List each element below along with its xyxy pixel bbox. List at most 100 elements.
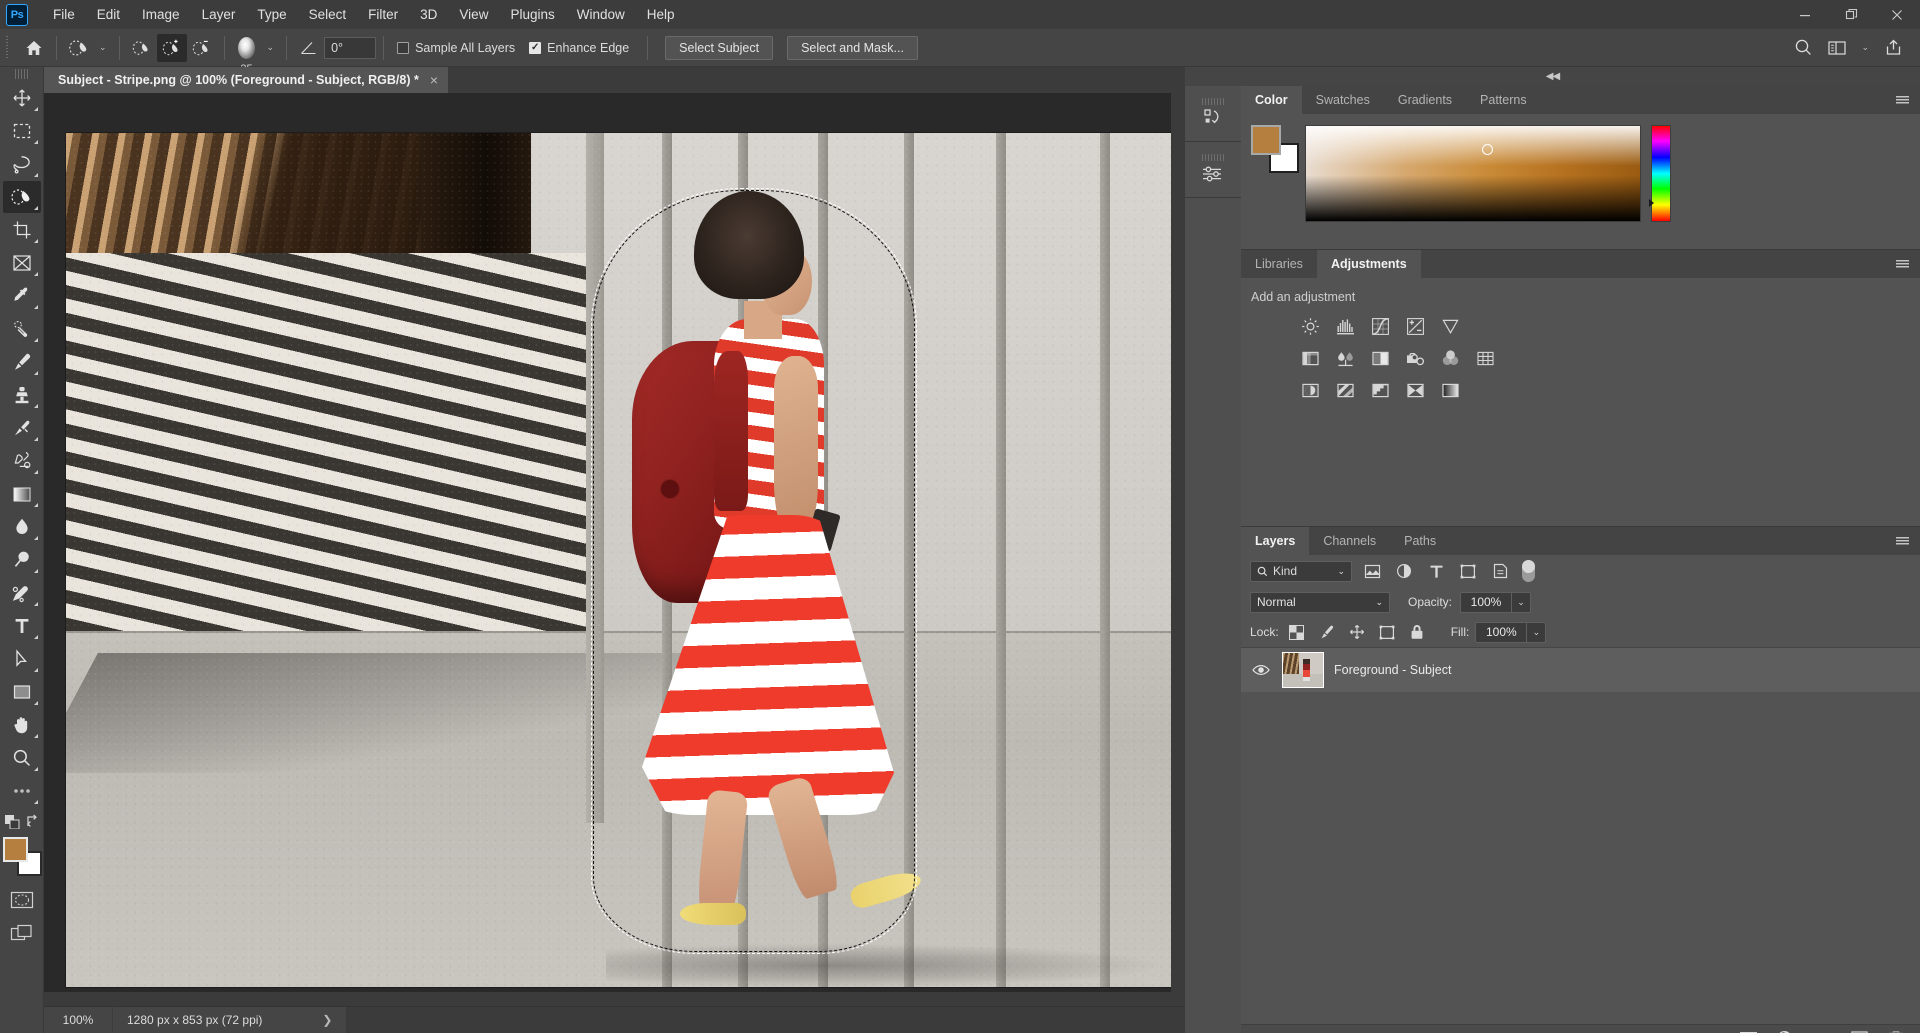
opacity-chevron-icon[interactable]: ⌄ xyxy=(1512,592,1531,613)
zoom-tool[interactable] xyxy=(3,742,41,774)
fill-chevron-icon[interactable]: ⌄ xyxy=(1527,622,1546,643)
toolbar-grip[interactable] xyxy=(15,69,29,79)
black-white-icon[interactable] xyxy=(1369,347,1391,369)
filter-smart-object-icon[interactable] xyxy=(1488,560,1512,582)
menu-help[interactable]: Help xyxy=(636,0,686,29)
hue-slider[interactable] xyxy=(1651,125,1671,222)
lock-artboard-nesting-icon[interactable] xyxy=(1375,621,1399,643)
edit-toolbar-more-icon[interactable] xyxy=(3,775,41,807)
clone-stamp-tool[interactable] xyxy=(3,379,41,411)
blend-mode-select[interactable]: Normal ⌄ xyxy=(1250,592,1390,613)
hue-saturation-icon[interactable] xyxy=(1299,347,1321,369)
eye-icon[interactable] xyxy=(1250,664,1272,676)
brightness-contrast-icon[interactable] xyxy=(1299,315,1321,337)
hand-tool[interactable] xyxy=(3,709,41,741)
posterize-icon[interactable] xyxy=(1334,379,1356,401)
history-brush-tool[interactable] xyxy=(3,412,41,444)
channel-mixer-icon[interactable] xyxy=(1439,347,1461,369)
curves-icon[interactable] xyxy=(1369,315,1391,337)
marquee-tool[interactable] xyxy=(3,115,41,147)
eyedropper-tool[interactable] xyxy=(3,280,41,312)
menu-3d[interactable]: 3D xyxy=(409,0,448,29)
tab-gradients[interactable]: Gradients xyxy=(1384,86,1466,114)
menu-plugins[interactable]: Plugins xyxy=(499,0,565,29)
filter-adjustment-icon[interactable] xyxy=(1392,560,1416,582)
vibrance-icon[interactable] xyxy=(1439,315,1461,337)
lock-transparent-pixels-icon[interactable] xyxy=(1285,621,1309,643)
panel-menu-icon[interactable] xyxy=(1892,250,1912,278)
properties-panel-icon[interactable] xyxy=(1185,142,1241,198)
tab-color[interactable]: Color xyxy=(1241,86,1302,114)
tab-paths[interactable]: Paths xyxy=(1390,527,1450,555)
gradient-map-icon[interactable] xyxy=(1439,379,1461,401)
menu-image[interactable]: Image xyxy=(131,0,191,29)
fill-input[interactable]: 100% xyxy=(1475,622,1527,643)
enhance-edge-checkbox[interactable]: Enhance Edge xyxy=(529,41,629,55)
path-selection-tool[interactable] xyxy=(3,643,41,675)
history-panel-icon[interactable] xyxy=(1185,86,1241,142)
lock-position-icon[interactable] xyxy=(1345,621,1369,643)
tab-adjustments[interactable]: Adjustments xyxy=(1317,250,1421,278)
add-layer-mask-icon[interactable] xyxy=(1738,1028,1758,1033)
lock-image-pixels-icon[interactable] xyxy=(1315,621,1339,643)
color-balance-icon[interactable] xyxy=(1334,347,1356,369)
brush-preset-chevron-icon[interactable]: ⌄ xyxy=(262,42,280,53)
photo-filter-icon[interactable] xyxy=(1404,347,1426,369)
delete-layer-icon[interactable] xyxy=(1886,1028,1906,1033)
chevron-right-icon[interactable]: ❯ xyxy=(322,1013,332,1027)
close-tab-icon[interactable]: × xyxy=(430,73,438,87)
foreground-color-swatch[interactable] xyxy=(1251,125,1281,155)
spot-healing-brush-tool[interactable] xyxy=(3,313,41,345)
color-lookup-icon[interactable] xyxy=(1474,347,1496,369)
filter-shape-icon[interactable] xyxy=(1456,560,1480,582)
filter-enable-toggle[interactable] xyxy=(1522,560,1535,582)
menu-select[interactable]: Select xyxy=(298,0,358,29)
tab-patterns[interactable]: Patterns xyxy=(1466,86,1541,114)
threshold-icon[interactable] xyxy=(1369,379,1391,401)
home-icon[interactable] xyxy=(19,34,49,62)
menu-type[interactable]: Type xyxy=(246,0,297,29)
panel-menu-icon[interactable] xyxy=(1892,527,1912,555)
gradient-tool[interactable] xyxy=(3,478,41,510)
brush-tool[interactable] xyxy=(3,346,41,378)
quick-mask-icon[interactable] xyxy=(3,884,41,916)
selection-new-icon[interactable] xyxy=(127,34,157,62)
zoom-level-input[interactable]: 100% xyxy=(44,1007,112,1033)
type-tool[interactable] xyxy=(3,610,41,642)
tab-swatches[interactable]: Swatches xyxy=(1302,86,1384,114)
menu-view[interactable]: View xyxy=(448,0,499,29)
brush-size-preview[interactable]: 25 xyxy=(232,33,262,63)
swap-colors-icon[interactable] xyxy=(25,814,39,828)
quick-selection-tool[interactable] xyxy=(3,181,41,213)
filter-type-icon[interactable] xyxy=(1424,560,1448,582)
levels-icon[interactable] xyxy=(1334,315,1356,337)
rectangle-shape-tool[interactable] xyxy=(3,676,41,708)
menu-filter[interactable]: Filter xyxy=(357,0,409,29)
new-fill-adjustment-layer-icon[interactable] xyxy=(1775,1028,1795,1033)
canvas-area[interactable] xyxy=(44,93,1185,1006)
frame-tool[interactable] xyxy=(3,247,41,279)
sample-all-layers-checkbox[interactable]: Sample All Layers xyxy=(397,41,515,55)
exposure-icon[interactable] xyxy=(1404,315,1426,337)
menu-edit[interactable]: Edit xyxy=(86,0,131,29)
dodge-tool[interactable] xyxy=(3,544,41,576)
link-layers-icon[interactable] xyxy=(1664,1028,1684,1033)
canvas-horizontal-scrollbar[interactable] xyxy=(44,992,1171,1006)
color-spectrum-ramp[interactable] xyxy=(1305,125,1641,222)
workspace-chevron-icon[interactable]: ⌄ xyxy=(1856,42,1874,53)
tab-libraries[interactable]: Libraries xyxy=(1241,250,1317,278)
selection-subtract-icon[interactable] xyxy=(187,34,217,62)
menu-file[interactable]: File xyxy=(42,0,86,29)
opacity-input[interactable]: 100% xyxy=(1460,592,1512,613)
brush-angle-input[interactable]: 0° xyxy=(324,37,376,59)
move-tool[interactable] xyxy=(3,82,41,114)
layer-filter-kind-select[interactable]: Kind ⌄ xyxy=(1250,561,1352,582)
lasso-tool[interactable] xyxy=(3,148,41,180)
lock-all-icon[interactable] xyxy=(1405,621,1429,643)
menu-window[interactable]: Window xyxy=(566,0,636,29)
restore-icon[interactable] xyxy=(1828,0,1874,29)
tab-layers[interactable]: Layers xyxy=(1241,527,1309,555)
new-layer-icon[interactable] xyxy=(1849,1028,1869,1033)
share-icon[interactable] xyxy=(1878,34,1908,62)
panel-menu-icon[interactable] xyxy=(1892,86,1912,114)
